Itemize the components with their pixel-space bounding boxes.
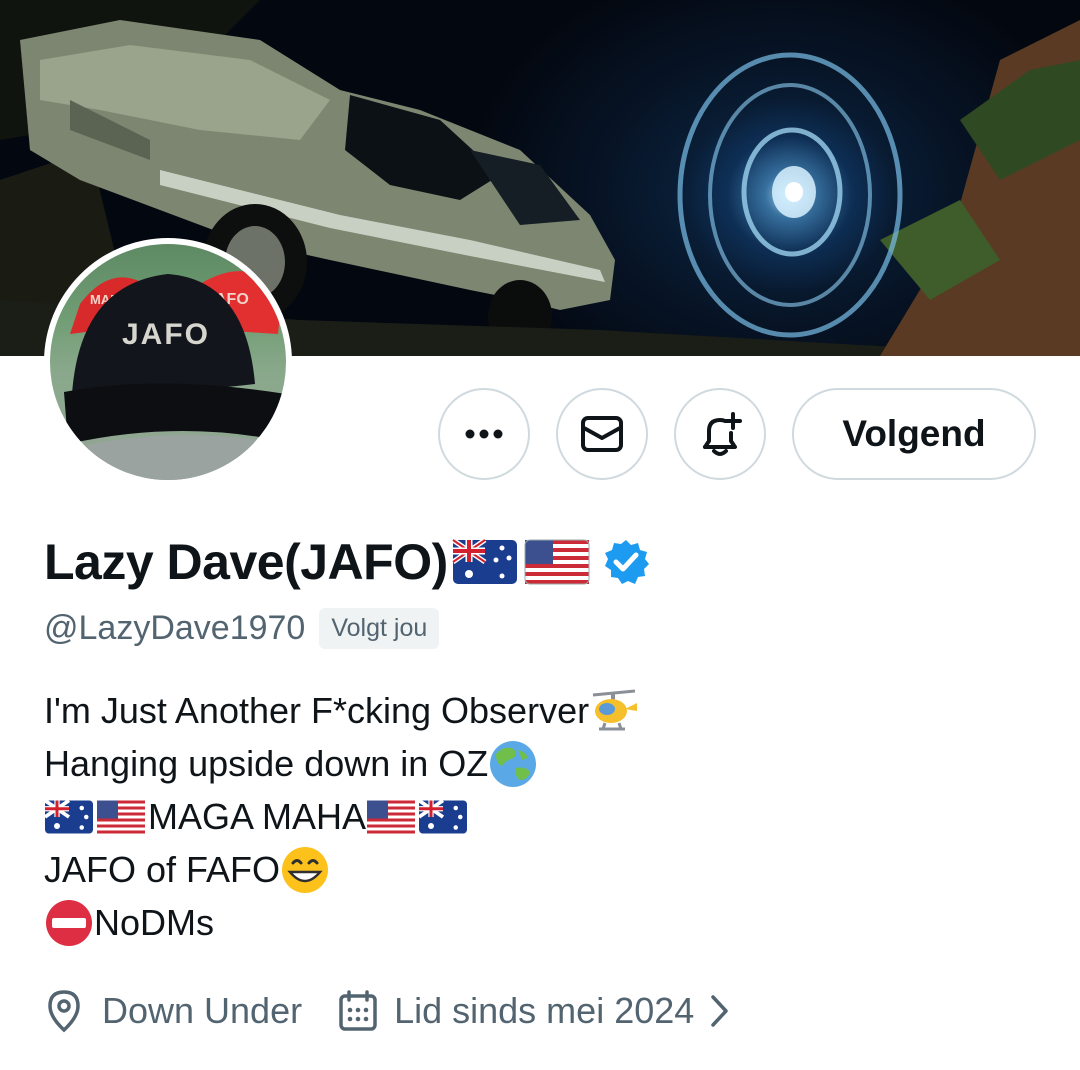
- location-pin-icon: [48, 990, 80, 1033]
- bio-text: I'm Just Another F*cking Observer: [44, 690, 590, 731]
- calendar-icon: [339, 990, 377, 1031]
- more-horizontal-icon: [465, 429, 503, 439]
- joined-item[interactable]: Lid sinds mei 2024: [338, 990, 734, 1032]
- usa-flag-icon: [97, 800, 145, 833]
- no-entry-icon: [46, 899, 92, 946]
- bio-line-5: NoDMs: [44, 896, 639, 949]
- profile-meta: Down Under Lid sinds mei 2024: [44, 986, 734, 1036]
- australia-flag-icon: [44, 798, 93, 833]
- profile-handle: @LazyDave1970: [44, 608, 306, 647]
- helicopter-icon: [592, 689, 638, 730]
- location-text: Down Under: [102, 990, 303, 1031]
- verified-badge-icon[interactable]: [602, 538, 650, 586]
- bio-line-2: Hanging upside down in OZ: [44, 737, 639, 790]
- notifications-button[interactable]: [674, 388, 766, 480]
- profile-bio: I'm Just Another F*cking Observer Hangin…: [44, 684, 639, 949]
- bio-text: NoDMs: [94, 902, 215, 943]
- usa-flag-icon: [367, 800, 416, 833]
- handle-row: @LazyDave1970 Volgt jou: [44, 606, 440, 650]
- location-item: Down Under: [44, 989, 302, 1033]
- following-button[interactable]: Volgend: [792, 388, 1036, 480]
- joined-text: Lid sinds mei 2024: [394, 990, 695, 1031]
- profile-name-row: Lazy Dave(JAFO): [44, 530, 650, 594]
- bio-text: JAFO of FAFO: [44, 849, 281, 890]
- chevron-right-icon: [711, 995, 729, 1027]
- bio-line-4: JAFO of FAFO: [44, 843, 639, 896]
- bio-line-3: MAGA MAHA: [44, 790, 639, 843]
- australia-flag-icon: [417, 798, 468, 833]
- follows-you-badge: Volgt jou: [319, 607, 440, 649]
- display-name: Lazy Dave(JAFO): [44, 534, 448, 590]
- globe-asia-australia-icon: [490, 740, 537, 787]
- avatar-image: MAFO AFO JAFO: [50, 244, 286, 480]
- more-options-button[interactable]: [438, 388, 530, 480]
- australia-flag-icon: [451, 538, 517, 584]
- svg-text:JAFO: JAFO: [122, 318, 210, 351]
- bio-line-1: I'm Just Another F*cking Observer: [44, 684, 639, 737]
- usa-flag-icon: [524, 539, 590, 585]
- grinning-face-icon: [282, 846, 329, 893]
- message-button[interactable]: [556, 388, 648, 480]
- profile-avatar[interactable]: MAFO AFO JAFO: [44, 238, 292, 486]
- bio-text: Hanging upside down in OZ: [44, 743, 489, 784]
- bio-text: MAGA MAHA: [148, 796, 367, 837]
- bell-plus-icon: [703, 412, 742, 456]
- envelope-icon: [581, 416, 623, 452]
